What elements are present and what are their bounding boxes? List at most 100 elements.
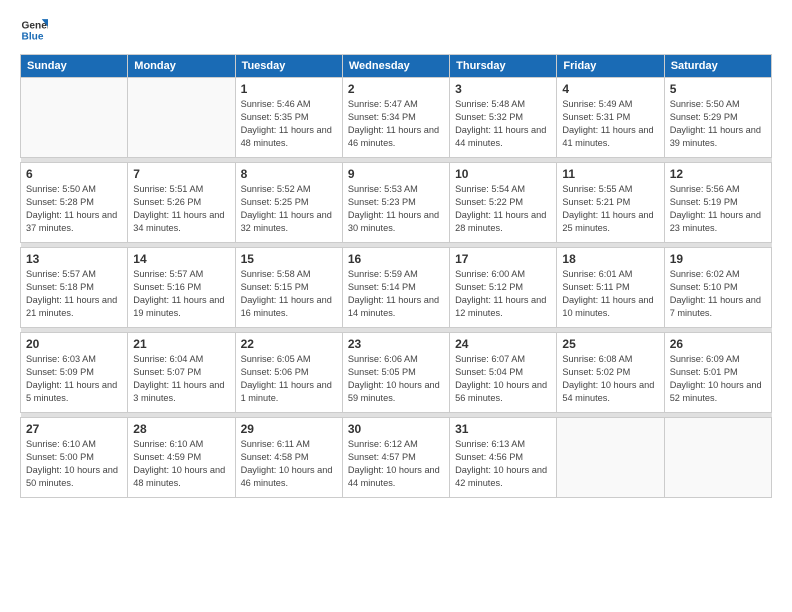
calendar-cell: 25Sunrise: 6:08 AMSunset: 5:02 PMDayligh… [557, 333, 664, 413]
weekday-header-sunday: Sunday [21, 55, 128, 78]
calendar-cell: 21 Sunrise: 6:04 AMSunset: 5:07 PMDayligh… [128, 333, 235, 413]
weekday-header-saturday: Saturday [664, 55, 771, 78]
logo-icon: General Blue [20, 16, 48, 44]
day-number: 3 [455, 82, 551, 96]
calendar-cell: 12Sunrise: 5:56 AMSunset: 5:19 PMDayligh… [664, 163, 771, 243]
day-info: Sunrise: 5:50 AMSunset: 5:29 PMDaylight:… [670, 98, 766, 150]
calendar-cell: 5 Sunrise: 5:50 AMSunset: 5:29 PMDaylight… [664, 78, 771, 158]
calendar-cell: 19 Sunrise: 6:02 AMSunset: 5:10 PMDayligh… [664, 248, 771, 328]
day-info: Sunrise: 5:56 AMSunset: 5:19 PMDaylight:… [670, 183, 766, 235]
week-row-4: 20Sunrise: 6:03 AMSunset: 5:09 PMDayligh… [21, 333, 772, 413]
day-info: Sunrise: 6:12 AMSunset: 4:57 PMDaylight:… [348, 438, 444, 490]
calendar-cell: 30 Sunrise: 6:12 AMSunset: 4:57 PMDayligh… [342, 418, 449, 498]
day-number: 4 [562, 82, 658, 96]
calendar-cell: 11 Sunrise: 5:55 AMSunset: 5:21 PMDayligh… [557, 163, 664, 243]
day-info: Sunrise: 6:01 AMSunset: 5:11 PMDaylight:… [562, 268, 658, 320]
weekday-header-thursday: Thursday [450, 55, 557, 78]
svg-text:Blue: Blue [22, 31, 44, 42]
day-number: 23 [348, 337, 444, 351]
weekday-header-monday: Monday [128, 55, 235, 78]
calendar-cell: 23 Sunrise: 6:06 AMSunset: 5:05 PMDayligh… [342, 333, 449, 413]
day-number: 29 [241, 422, 337, 436]
calendar-cell: 18 Sunrise: 6:01 AMSunset: 5:11 PMDayligh… [557, 248, 664, 328]
calendar-cell: 3 Sunrise: 5:48 AMSunset: 5:32 PMDaylight… [450, 78, 557, 158]
header: General Blue [20, 16, 772, 44]
weekday-header-wednesday: Wednesday [342, 55, 449, 78]
day-number: 7 [133, 167, 229, 181]
page: General Blue SundayMondayTuesdayWednesda… [0, 0, 792, 508]
calendar-cell: 27 Sunrise: 6:10 AMSunset: 5:00 PMDayligh… [21, 418, 128, 498]
day-number: 1 [241, 82, 337, 96]
day-info: Sunrise: 5:59 AMSunset: 5:14 PMDaylight:… [348, 268, 444, 320]
day-number: 9 [348, 167, 444, 181]
day-number: 11 [562, 167, 658, 181]
day-number: 18 [562, 252, 658, 266]
calendar-cell: 24 Sunrise: 6:07 AMSunset: 5:04 PMDayligh… [450, 333, 557, 413]
day-info: Sunrise: 5:48 AMSunset: 5:32 PMDaylight:… [455, 98, 551, 150]
day-number: 27 [26, 422, 122, 436]
calendar-cell: 13 Sunrise: 5:57 AMSunset: 5:18 PMDayligh… [21, 248, 128, 328]
week-row-2: 6 Sunrise: 5:50 AMSunset: 5:28 PMDaylight… [21, 163, 772, 243]
day-number: 22 [241, 337, 337, 351]
day-number: 14 [133, 252, 229, 266]
day-number: 2 [348, 82, 444, 96]
day-info: Sunrise: 6:06 AMSunset: 5:05 PMDaylight:… [348, 353, 444, 405]
weekday-header-tuesday: Tuesday [235, 55, 342, 78]
calendar-cell: 6 Sunrise: 5:50 AMSunset: 5:28 PMDaylight… [21, 163, 128, 243]
day-info: Sunrise: 6:10 AMSunset: 4:59 PMDaylight:… [133, 438, 229, 490]
calendar-cell: 14 Sunrise: 5:57 AMSunset: 5:16 PMDayligh… [128, 248, 235, 328]
day-number: 6 [26, 167, 122, 181]
day-number: 30 [348, 422, 444, 436]
calendar-cell: 26Sunrise: 6:09 AMSunset: 5:01 PMDayligh… [664, 333, 771, 413]
day-number: 8 [241, 167, 337, 181]
day-info: Sunrise: 5:46 AMSunset: 5:35 PMDaylight:… [241, 98, 337, 150]
calendar-cell: 22 Sunrise: 6:05 AMSunset: 5:06 PMDayligh… [235, 333, 342, 413]
calendar-cell: 17 Sunrise: 6:00 AMSunset: 5:12 PMDayligh… [450, 248, 557, 328]
day-number: 19 [670, 252, 766, 266]
logo: General Blue [20, 16, 48, 44]
calendar-cell: 20Sunrise: 6:03 AMSunset: 5:09 PMDayligh… [21, 333, 128, 413]
calendar-cell: 28 Sunrise: 6:10 AMSunset: 4:59 PMDayligh… [128, 418, 235, 498]
day-info: Sunrise: 6:13 AMSunset: 4:56 PMDaylight:… [455, 438, 551, 490]
calendar-cell: 7 Sunrise: 5:51 AMSunset: 5:26 PMDaylight… [128, 163, 235, 243]
day-info: Sunrise: 6:02 AMSunset: 5:10 PMDaylight:… [670, 268, 766, 320]
day-number: 26 [670, 337, 766, 351]
day-info: Sunrise: 6:05 AMSunset: 5:06 PMDaylight:… [241, 353, 337, 405]
calendar-cell: 2Sunrise: 5:47 AMSunset: 5:34 PMDaylight… [342, 78, 449, 158]
svg-text:General: General [22, 20, 48, 31]
calendar-cell: 1 Sunrise: 5:46 AMSunset: 5:35 PMDaylight… [235, 78, 342, 158]
day-info: Sunrise: 6:00 AMSunset: 5:12 PMDaylight:… [455, 268, 551, 320]
day-number: 28 [133, 422, 229, 436]
calendar-cell: 29Sunrise: 6:11 AMSunset: 4:58 PMDayligh… [235, 418, 342, 498]
calendar-cell: 8Sunrise: 5:52 AMSunset: 5:25 PMDaylight… [235, 163, 342, 243]
calendar-cell [557, 418, 664, 498]
day-number: 10 [455, 167, 551, 181]
day-number: 20 [26, 337, 122, 351]
day-info: Sunrise: 5:55 AMSunset: 5:21 PMDaylight:… [562, 183, 658, 235]
day-info: Sunrise: 6:04 AMSunset: 5:07 PMDaylight:… [133, 353, 229, 405]
week-row-3: 13 Sunrise: 5:57 AMSunset: 5:18 PMDayligh… [21, 248, 772, 328]
day-info: Sunrise: 5:49 AMSunset: 5:31 PMDaylight:… [562, 98, 658, 150]
day-info: Sunrise: 5:57 AMSunset: 5:16 PMDaylight:… [133, 268, 229, 320]
day-number: 21 [133, 337, 229, 351]
calendar-cell [21, 78, 128, 158]
day-info: Sunrise: 6:07 AMSunset: 5:04 PMDaylight:… [455, 353, 551, 405]
day-info: Sunrise: 5:54 AMSunset: 5:22 PMDaylight:… [455, 183, 551, 235]
calendar-cell: 9Sunrise: 5:53 AMSunset: 5:23 PMDaylight… [342, 163, 449, 243]
calendar-cell [128, 78, 235, 158]
calendar-table: SundayMondayTuesdayWednesdayThursdayFrid… [20, 54, 772, 498]
day-number: 13 [26, 252, 122, 266]
calendar-cell: 15Sunrise: 5:58 AMSunset: 5:15 PMDayligh… [235, 248, 342, 328]
calendar-cell: 4 Sunrise: 5:49 AMSunset: 5:31 PMDaylight… [557, 78, 664, 158]
day-info: Sunrise: 5:57 AMSunset: 5:18 PMDaylight:… [26, 268, 122, 320]
day-info: Sunrise: 5:50 AMSunset: 5:28 PMDaylight:… [26, 183, 122, 235]
day-info: Sunrise: 6:10 AMSunset: 5:00 PMDaylight:… [26, 438, 122, 490]
day-number: 24 [455, 337, 551, 351]
day-number: 5 [670, 82, 766, 96]
day-number: 16 [348, 252, 444, 266]
calendar-cell: 31Sunrise: 6:13 AMSunset: 4:56 PMDayligh… [450, 418, 557, 498]
day-number: 17 [455, 252, 551, 266]
day-info: Sunrise: 5:51 AMSunset: 5:26 PMDaylight:… [133, 183, 229, 235]
day-number: 15 [241, 252, 337, 266]
week-row-1: 1 Sunrise: 5:46 AMSunset: 5:35 PMDaylight… [21, 78, 772, 158]
